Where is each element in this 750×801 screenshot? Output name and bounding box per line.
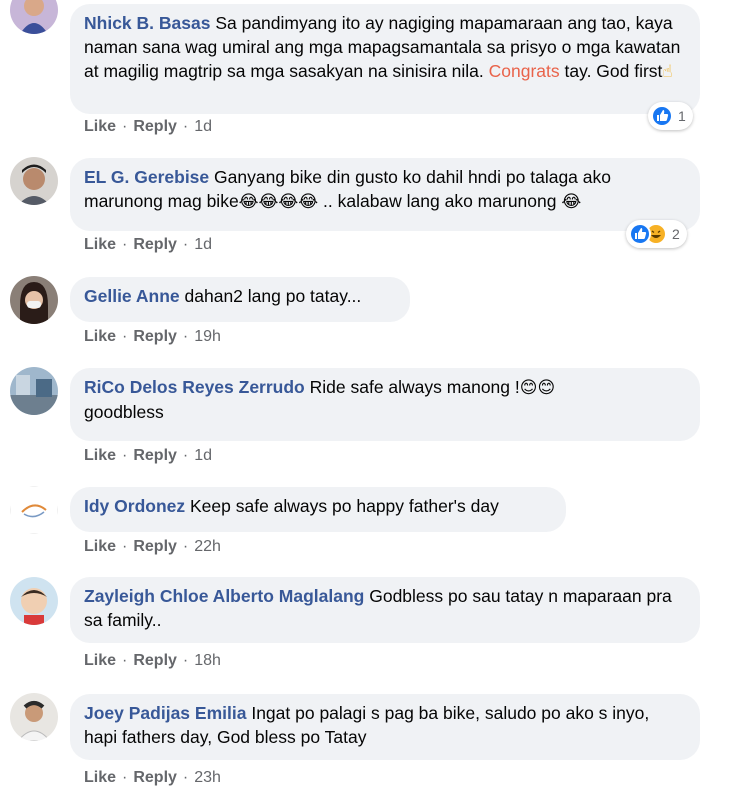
comment-author[interactable]: EL G. Gerebise (84, 167, 209, 187)
avatar[interactable] (10, 0, 58, 34)
reply-link[interactable]: Reply (133, 769, 177, 786)
like-link[interactable]: Like (84, 236, 116, 253)
like-link[interactable]: Like (84, 447, 116, 464)
timestamp[interactable]: 22h (194, 538, 221, 555)
comment-bubble: RiCo Delos Reyes Zerrudo Ride safe alway… (70, 368, 700, 441)
smiling-emoji-icon: 😊😊 (519, 378, 556, 398)
timestamp[interactable]: 18h (194, 652, 221, 669)
comment-bubble: Gellie Anne dahan2 lang po tatay... (70, 277, 410, 322)
reaction-count: 2 (672, 226, 680, 242)
avatar[interactable] (10, 693, 58, 741)
comment-list: Nhick B. Basas Sa pandimyang ito ay nagi… (0, 0, 750, 801)
separator: · (182, 538, 189, 555)
comment-actions: Like · Reply · 1d (84, 117, 212, 137)
comment-bubble: EL G. Gerebise Ganyang bike din gusto ko… (70, 158, 700, 231)
reply-link[interactable]: Reply (133, 652, 177, 669)
comment-text: tay. God first (559, 61, 663, 81)
reactions-badge[interactable]: 2 (626, 220, 687, 248)
separator: · (182, 118, 189, 135)
reply-link[interactable]: Reply (133, 447, 177, 464)
like-icon (629, 223, 651, 245)
like-link[interactable]: Like (84, 118, 116, 135)
comment-text: Keep safe always po happy father's day (190, 496, 499, 516)
timestamp[interactable]: 23h (194, 769, 221, 786)
comment-author[interactable]: Gellie Anne (84, 286, 180, 306)
like-link[interactable]: Like (84, 538, 116, 555)
separator: · (182, 652, 189, 669)
reply-link[interactable]: Reply (133, 236, 177, 253)
comment-bubble: Zayleigh Chloe Alberto Maglalang Godbles… (70, 577, 700, 643)
like-link[interactable]: Like (84, 769, 116, 786)
laughing-emoji-icon: 😂😂😂😂 (238, 192, 319, 212)
separator: · (122, 118, 128, 135)
like-link[interactable]: Like (84, 652, 116, 669)
comment-text: .. kalabaw lang ako marunong (318, 191, 562, 211)
separator: · (122, 538, 128, 555)
reply-link[interactable]: Reply (133, 118, 177, 135)
separator: · (182, 236, 189, 253)
avatar[interactable] (10, 157, 58, 205)
comment-author[interactable]: Idy Ordonez (84, 496, 185, 516)
separator: · (122, 447, 128, 464)
comment-actions: Like · Reply · 18h (84, 651, 221, 671)
comment-author[interactable]: Joey Padijas Emilia (84, 703, 246, 723)
comment-bubble: Idy Ordonez Keep safe always po happy fa… (70, 487, 566, 532)
comment-author[interactable]: RiCo Delos Reyes Zerrudo (84, 377, 305, 397)
timestamp[interactable]: 1d (194, 236, 212, 253)
reply-link[interactable]: Reply (133, 328, 177, 345)
comment-text: dahan2 lang po tatay... (184, 286, 362, 306)
avatar[interactable] (10, 367, 58, 415)
separator: · (182, 769, 189, 786)
reply-link[interactable]: Reply (133, 538, 177, 555)
separator: · (182, 447, 189, 464)
comment-bubble: Joey Padijas Emilia Ingat po palagi s pa… (70, 694, 700, 760)
comment-actions: Like · Reply · 1d (84, 235, 212, 255)
comment-hashtag-link[interactable]: Congrats (489, 61, 560, 81)
comment-text: Ride safe always manong ! (309, 377, 520, 397)
comment-actions: Like · Reply · 1d (84, 446, 212, 466)
like-icon (651, 105, 673, 127)
separator: · (122, 652, 128, 669)
separator: · (122, 328, 128, 345)
separator: · (122, 769, 128, 786)
comment-actions: Like · Reply · 19h (84, 327, 221, 347)
comment-text: goodbless (84, 402, 164, 422)
avatar[interactable] (10, 486, 58, 534)
separator: · (122, 236, 128, 253)
timestamp[interactable]: 19h (194, 328, 221, 345)
reaction-count: 1 (678, 108, 686, 124)
like-link[interactable]: Like (84, 328, 116, 345)
laughing-emoji-icon: 😂 (561, 192, 582, 212)
timestamp[interactable]: 1d (194, 447, 212, 464)
separator: · (182, 328, 189, 345)
reactions-badge[interactable]: 1 (648, 102, 693, 130)
timestamp[interactable]: 1d (194, 118, 212, 135)
comment-author[interactable]: Zayleigh Chloe Alberto Maglalang (84, 586, 364, 606)
avatar[interactable] (10, 577, 58, 625)
comment-actions: Like · Reply · 22h (84, 537, 221, 557)
avatar[interactable] (10, 276, 58, 324)
comment-bubble: Nhick B. Basas Sa pandimyang ito ay nagi… (70, 4, 700, 114)
pointing-up-emoji-icon: ☝ (662, 62, 673, 82)
comment-author[interactable]: Nhick B. Basas (84, 13, 210, 33)
comment-actions: Like · Reply · 23h (84, 768, 221, 788)
